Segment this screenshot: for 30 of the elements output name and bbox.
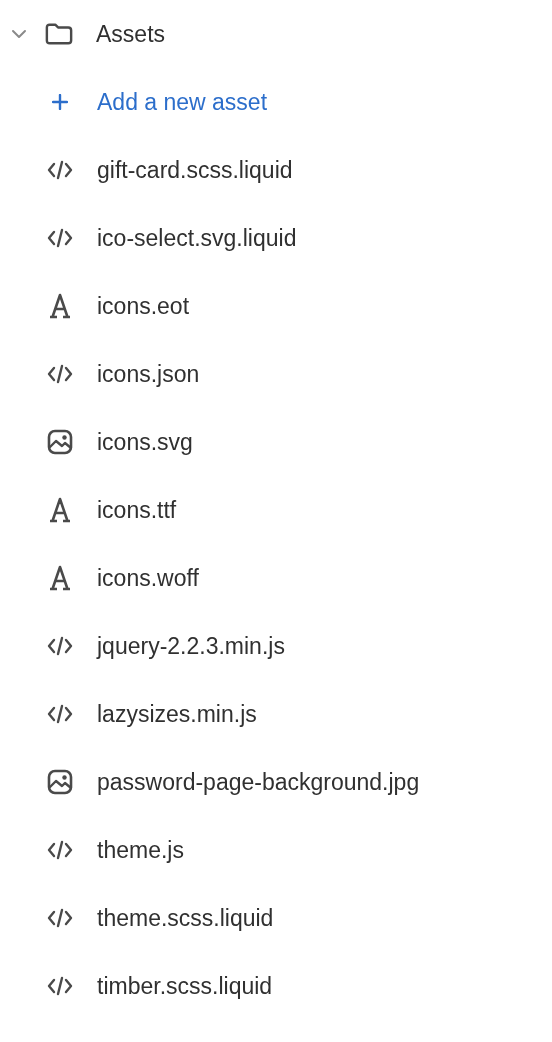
font-icon	[47, 497, 73, 523]
folder-icon	[45, 22, 73, 46]
plus-icon	[52, 94, 68, 110]
code-icon	[46, 226, 74, 250]
file-name[interactable]: timber.scss.liquid	[97, 972, 273, 1000]
file-name[interactable]: theme.js	[97, 836, 184, 864]
image-icon	[47, 429, 73, 455]
code-icon	[46, 158, 74, 182]
folder-name[interactable]: Assets	[96, 20, 166, 48]
image-icon	[47, 769, 73, 795]
file-name[interactable]: icons.ttf	[97, 496, 177, 524]
file-name[interactable]: lazysizes.min.js	[97, 700, 257, 728]
file-name[interactable]: theme.scss.liquid	[97, 904, 274, 932]
code-icon	[46, 634, 74, 658]
file-name[interactable]: icons.json	[97, 360, 200, 388]
code-icon	[46, 974, 74, 998]
code-icon	[46, 702, 74, 726]
code-icon	[46, 838, 74, 862]
file-name[interactable]: ico-select.svg.liquid	[97, 224, 297, 252]
file-name[interactable]: password-page-background.jpg	[97, 768, 420, 796]
file-name[interactable]: icons.svg	[97, 428, 193, 456]
code-icon	[46, 362, 74, 386]
add-asset-link[interactable]: Add a new asset	[97, 88, 268, 116]
file-name[interactable]: icons.woff	[97, 564, 199, 592]
font-icon	[47, 565, 73, 591]
file-name[interactable]: icons.eot	[97, 292, 190, 320]
font-icon	[47, 293, 73, 319]
file-name[interactable]: gift-card.scss.liquid	[97, 156, 293, 184]
code-icon	[46, 906, 74, 930]
file-name[interactable]: jquery-2.2.3.min.js	[97, 632, 285, 660]
